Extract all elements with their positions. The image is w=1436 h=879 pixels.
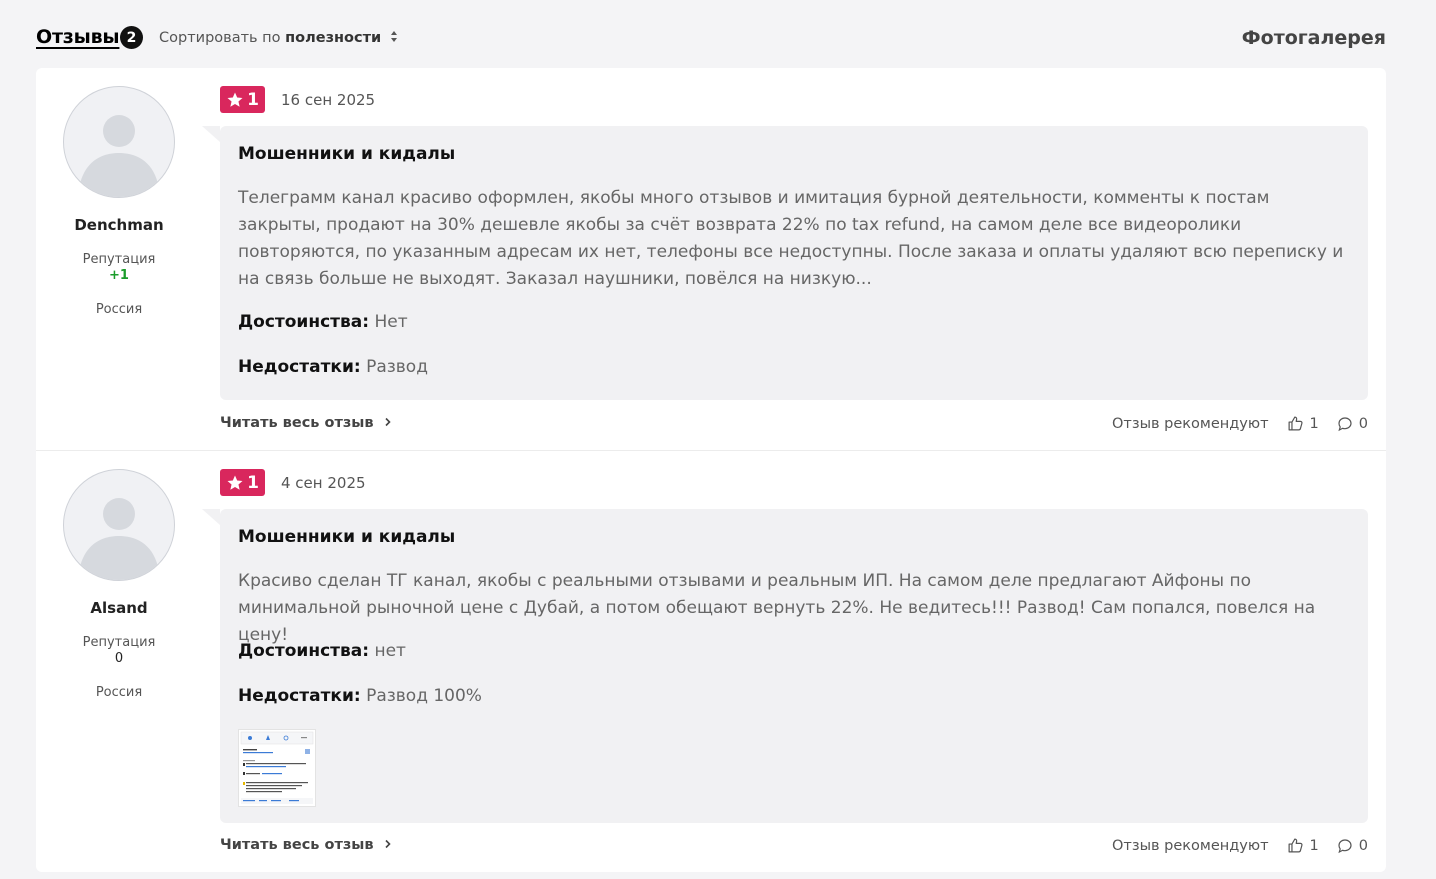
comment-icon[interactable] [1337,416,1353,432]
reputation-label: Репутация [82,252,156,267]
review-cons: Недостатки: Развод [238,357,428,377]
review-card: Denchman Репутация +1 Россия 1 16 сен 20… [36,68,1386,451]
pros-label: Достоинства: [238,312,370,332]
reputation-value: +1 [109,268,129,283]
cons-label: Недостатки: [238,357,361,377]
thumbs-up-icon[interactable] [1287,415,1304,432]
recommend-label: Отзыв рекомендуют [1112,415,1269,432]
rating-badge: 1 [220,86,265,113]
likes-count: 1 [1309,415,1319,432]
star-icon [227,475,243,490]
comments-count: 0 [1358,837,1368,854]
review-pros: Достоинства: нет [238,641,406,661]
user-placeholder-icon [78,115,160,197]
review-text: Красиво сделан ТГ канал, якобы с реальны… [238,571,1316,645]
rating-value: 1 [247,472,259,493]
sort-arrows-icon [390,30,398,47]
likes-count: 1 [1309,837,1319,854]
screenshot-image [239,730,315,806]
sort-dropdown[interactable]: Сортировать по полезности [159,30,398,47]
pros-value: нет [374,641,406,661]
pros-value: Нет [374,312,408,332]
user-placeholder-icon [78,498,160,580]
review-date: 4 сен 2025 [281,474,366,492]
read-more-label: Читать весь отзыв [220,415,374,431]
rating-value: 1 [247,89,259,110]
review-cons: Недостатки: Развод 100% [238,686,482,706]
review-photo-thumbnail[interactable] [238,729,316,807]
review-card: Alsand Репутация 0 Россия 1 4 сен 2025 М… [36,451,1386,872]
author-name[interactable]: Alsand [36,599,202,617]
sort-value: полезности [285,30,382,46]
read-more-label: Читать весь отзыв [220,837,374,853]
photo-gallery-link[interactable]: Фотогалерея [1242,27,1386,49]
comment-icon[interactable] [1337,838,1353,854]
reviews-count-badge: 2 [120,26,143,49]
reputation-value: 0 [114,651,124,666]
recommend-label: Отзыв рекомендуют [1112,837,1269,854]
review-title[interactable]: Мошенники и кидалы [238,527,455,547]
chevron-right-icon [379,837,393,853]
read-full-review-link[interactable]: Читать весь отзыв [220,415,393,431]
cons-value: Развод [366,357,428,377]
chevron-right-icon [379,415,393,431]
review-footer: Отзыв рекомендуют 1 0 [1112,837,1368,854]
rating-badge: 1 [220,469,265,496]
review-pros: Достоинства: Нет [238,312,408,332]
author-name[interactable]: Denchman [36,216,202,234]
cons-value: Развод 100% [366,686,482,706]
review-body: Мошенники и кидалы Телеграмм канал краси… [202,126,1368,400]
cons-label: Недостатки: [238,686,361,706]
review-title[interactable]: Мошенники и кидалы [238,144,455,164]
reputation-label: Репутация [82,635,156,650]
reviews-header: Отзывы 2 Сортировать по полезности Фотог… [36,22,1386,56]
reviews-tab[interactable]: Отзывы [36,26,120,48]
author-country: Россия [95,685,143,700]
comments-count: 0 [1358,415,1368,432]
star-icon [227,92,243,107]
author-country: Россия [95,302,143,317]
thumbs-up-icon[interactable] [1287,837,1304,854]
pros-label: Достоинства: [238,641,370,661]
review-body: Мошенники и кидалы Красиво сделан ТГ кан… [202,509,1368,823]
review-footer: Отзыв рекомендуют 1 0 [1112,415,1368,432]
review-date: 16 сен 2025 [281,91,376,109]
avatar[interactable] [63,86,175,198]
read-full-review-link[interactable]: Читать весь отзыв [220,837,393,853]
sort-prefix: Сортировать по [159,30,281,46]
avatar[interactable] [63,469,175,581]
review-text: Телеграмм канал красиво оформлен, якобы … [238,188,1344,289]
